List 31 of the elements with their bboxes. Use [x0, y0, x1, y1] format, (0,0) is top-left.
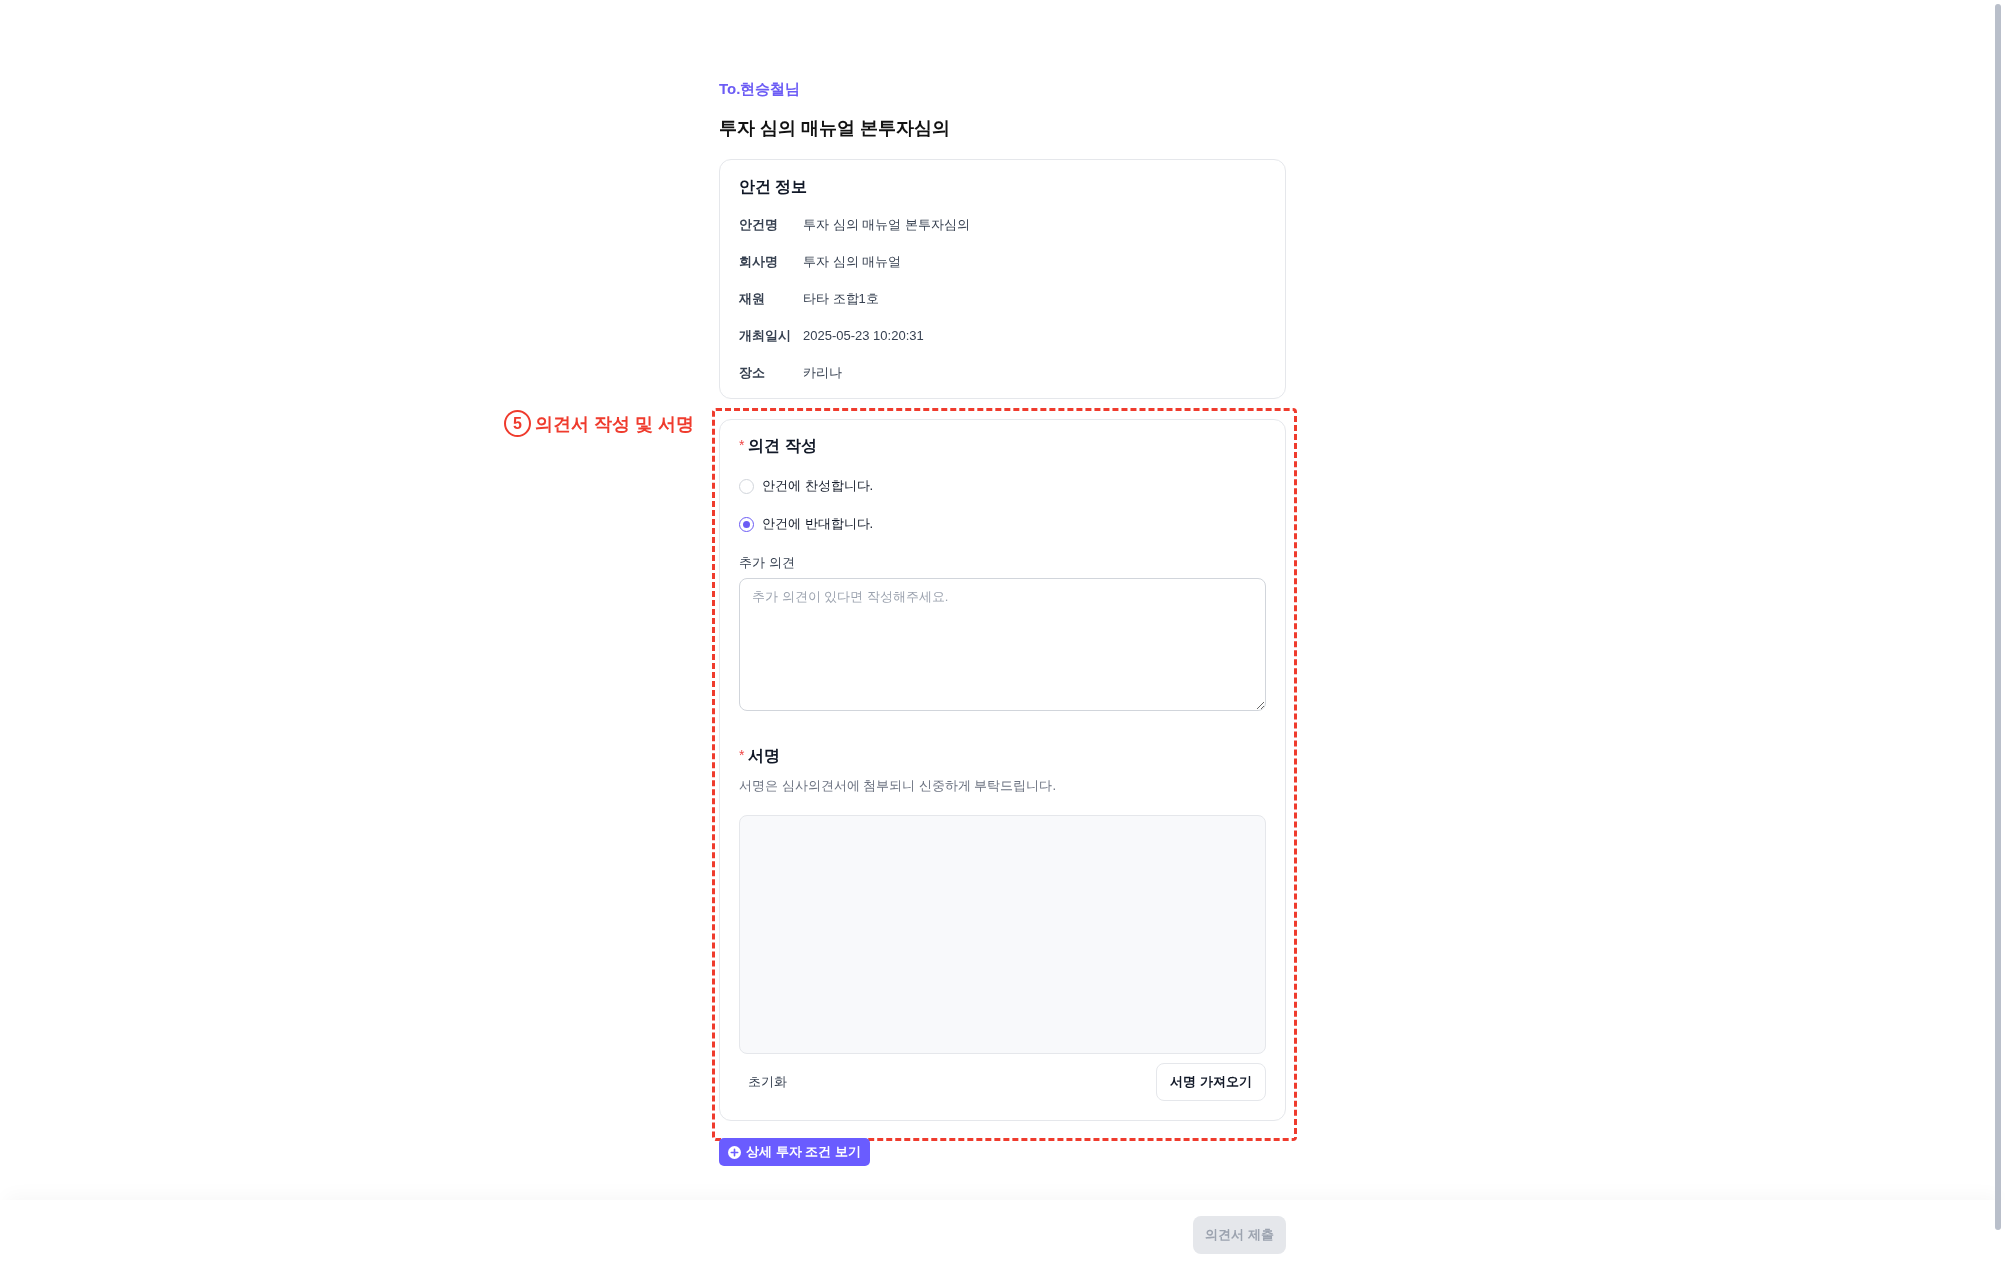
radio-option[interactable]: 안건에 반대합니다.: [739, 514, 874, 534]
signature-pad[interactable]: [739, 815, 1266, 1054]
card-heading: 안건 정보: [739, 177, 808, 197]
info-value: 투자 심의 매뉴얼 본투자심의: [803, 216, 970, 234]
required-mark: *: [739, 746, 745, 763]
reset-button[interactable]: 초기화: [739, 1064, 796, 1100]
plus-circle-icon: [728, 1145, 741, 1159]
info-label: 안건명: [739, 216, 778, 234]
info-value: 카리나: [803, 364, 842, 382]
page-title: 투자 심의 매뉴얼 본투자심의: [719, 117, 950, 140]
comment-textarea[interactable]: 추가 의견이 있다면 작성해주세요.: [739, 578, 1266, 711]
hint-text: 서명은 심사의견서에 첨부되니 신중하게 부탁드립니다.: [739, 777, 1057, 795]
required-mark: *: [739, 436, 745, 453]
info-label: 개최일시: [739, 327, 791, 345]
step-number: 5: [504, 410, 531, 437]
info-value: 투자 심의 매뉴얼: [803, 253, 902, 271]
info-value: 타타 조합1호: [803, 290, 879, 308]
section-heading: 서명: [748, 746, 781, 766]
info-label: 재원: [739, 290, 765, 308]
import-signature-button[interactable]: 서명 가져오기: [1156, 1063, 1266, 1101]
info-label: 회사명: [739, 253, 778, 271]
recipient-label: To.현승철님: [719, 79, 801, 99]
radio-icon[interactable]: [739, 516, 754, 532]
info-value: 2025-05-23 10:20:31: [803, 327, 924, 345]
radio-option[interactable]: 안건에 찬성합니다.: [739, 476, 874, 496]
details-button[interactable]: 상세 투자 조건 보기: [719, 1138, 870, 1166]
section-heading: 의견 작성: [748, 436, 817, 456]
annotation-label: 의견서 작성 및 서명: [535, 412, 694, 436]
info-label: 장소: [739, 364, 765, 382]
field-label: 추가 의견: [739, 554, 795, 572]
scrollbar-thumb[interactable]: [1995, 4, 2001, 1230]
